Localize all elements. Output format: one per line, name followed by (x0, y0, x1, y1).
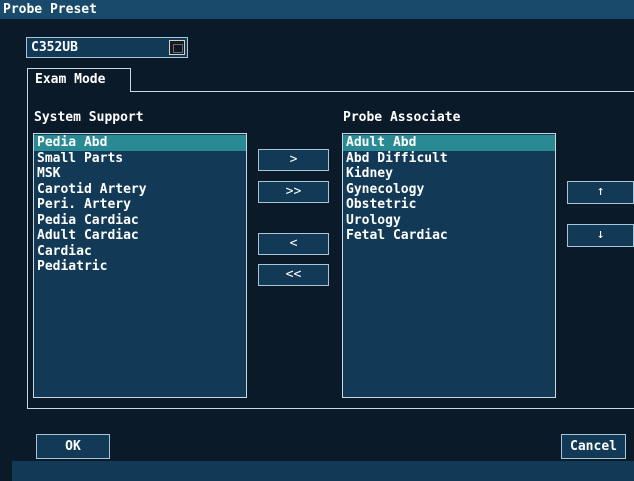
move-down-button[interactable]: ↓ (567, 224, 634, 247)
list-item[interactable]: Carotid Artery (34, 182, 246, 198)
list-item[interactable]: Small Parts (34, 151, 246, 167)
probe-preset-value: C352UB (31, 40, 78, 55)
list-item[interactable]: Cardiac (34, 244, 246, 260)
remove-button[interactable]: < (258, 233, 329, 255)
status-bar (12, 461, 634, 481)
list-item[interactable]: Pedia Cardiac (34, 213, 246, 229)
list-item[interactable]: Pedia Abd (34, 135, 246, 151)
list-item[interactable]: Peri. Artery (34, 197, 246, 213)
tab-exam-mode[interactable]: Exam Mode (27, 68, 131, 92)
probe-associate-label: Probe Associate (343, 110, 461, 125)
add-all-button[interactable]: >> (258, 181, 329, 203)
arrow-up-icon: ↑ (596, 184, 605, 199)
remove-all-button[interactable]: << (258, 264, 329, 286)
probe-preset-select[interactable]: C352UB (26, 37, 188, 58)
list-item[interactable]: Gynecology (343, 182, 555, 198)
list-item[interactable]: Kidney (343, 166, 555, 182)
dropdown-arrow-icon[interactable] (169, 40, 185, 55)
list-item[interactable]: Urology (343, 213, 555, 229)
system-support-list[interactable]: Pedia Abd Small Parts MSK Carotid Artery Per… (33, 133, 247, 398)
probe-associate-list[interactable]: Adult Abd Abd Difficult Kidney Gynecology Ob… (342, 133, 556, 398)
list-item[interactable]: MSK (34, 166, 246, 182)
move-up-button[interactable]: ↑ (567, 181, 634, 204)
list-item[interactable]: Obstetric (343, 197, 555, 213)
list-item[interactable]: Fetal Cardiac (343, 228, 555, 244)
list-item[interactable]: Adult Abd (343, 135, 555, 151)
window-title: Probe Preset (0, 0, 634, 19)
system-support-label: System Support (34, 110, 144, 125)
cancel-button[interactable]: Cancel (561, 434, 626, 459)
arrow-down-icon: ↓ (596, 227, 605, 242)
list-item[interactable]: Adult Cardiac (34, 228, 246, 244)
list-item[interactable]: Abd Difficult (343, 151, 555, 167)
list-item[interactable]: Pediatric (34, 259, 246, 275)
ok-button[interactable]: OK (36, 434, 110, 459)
add-button[interactable]: > (258, 149, 329, 171)
